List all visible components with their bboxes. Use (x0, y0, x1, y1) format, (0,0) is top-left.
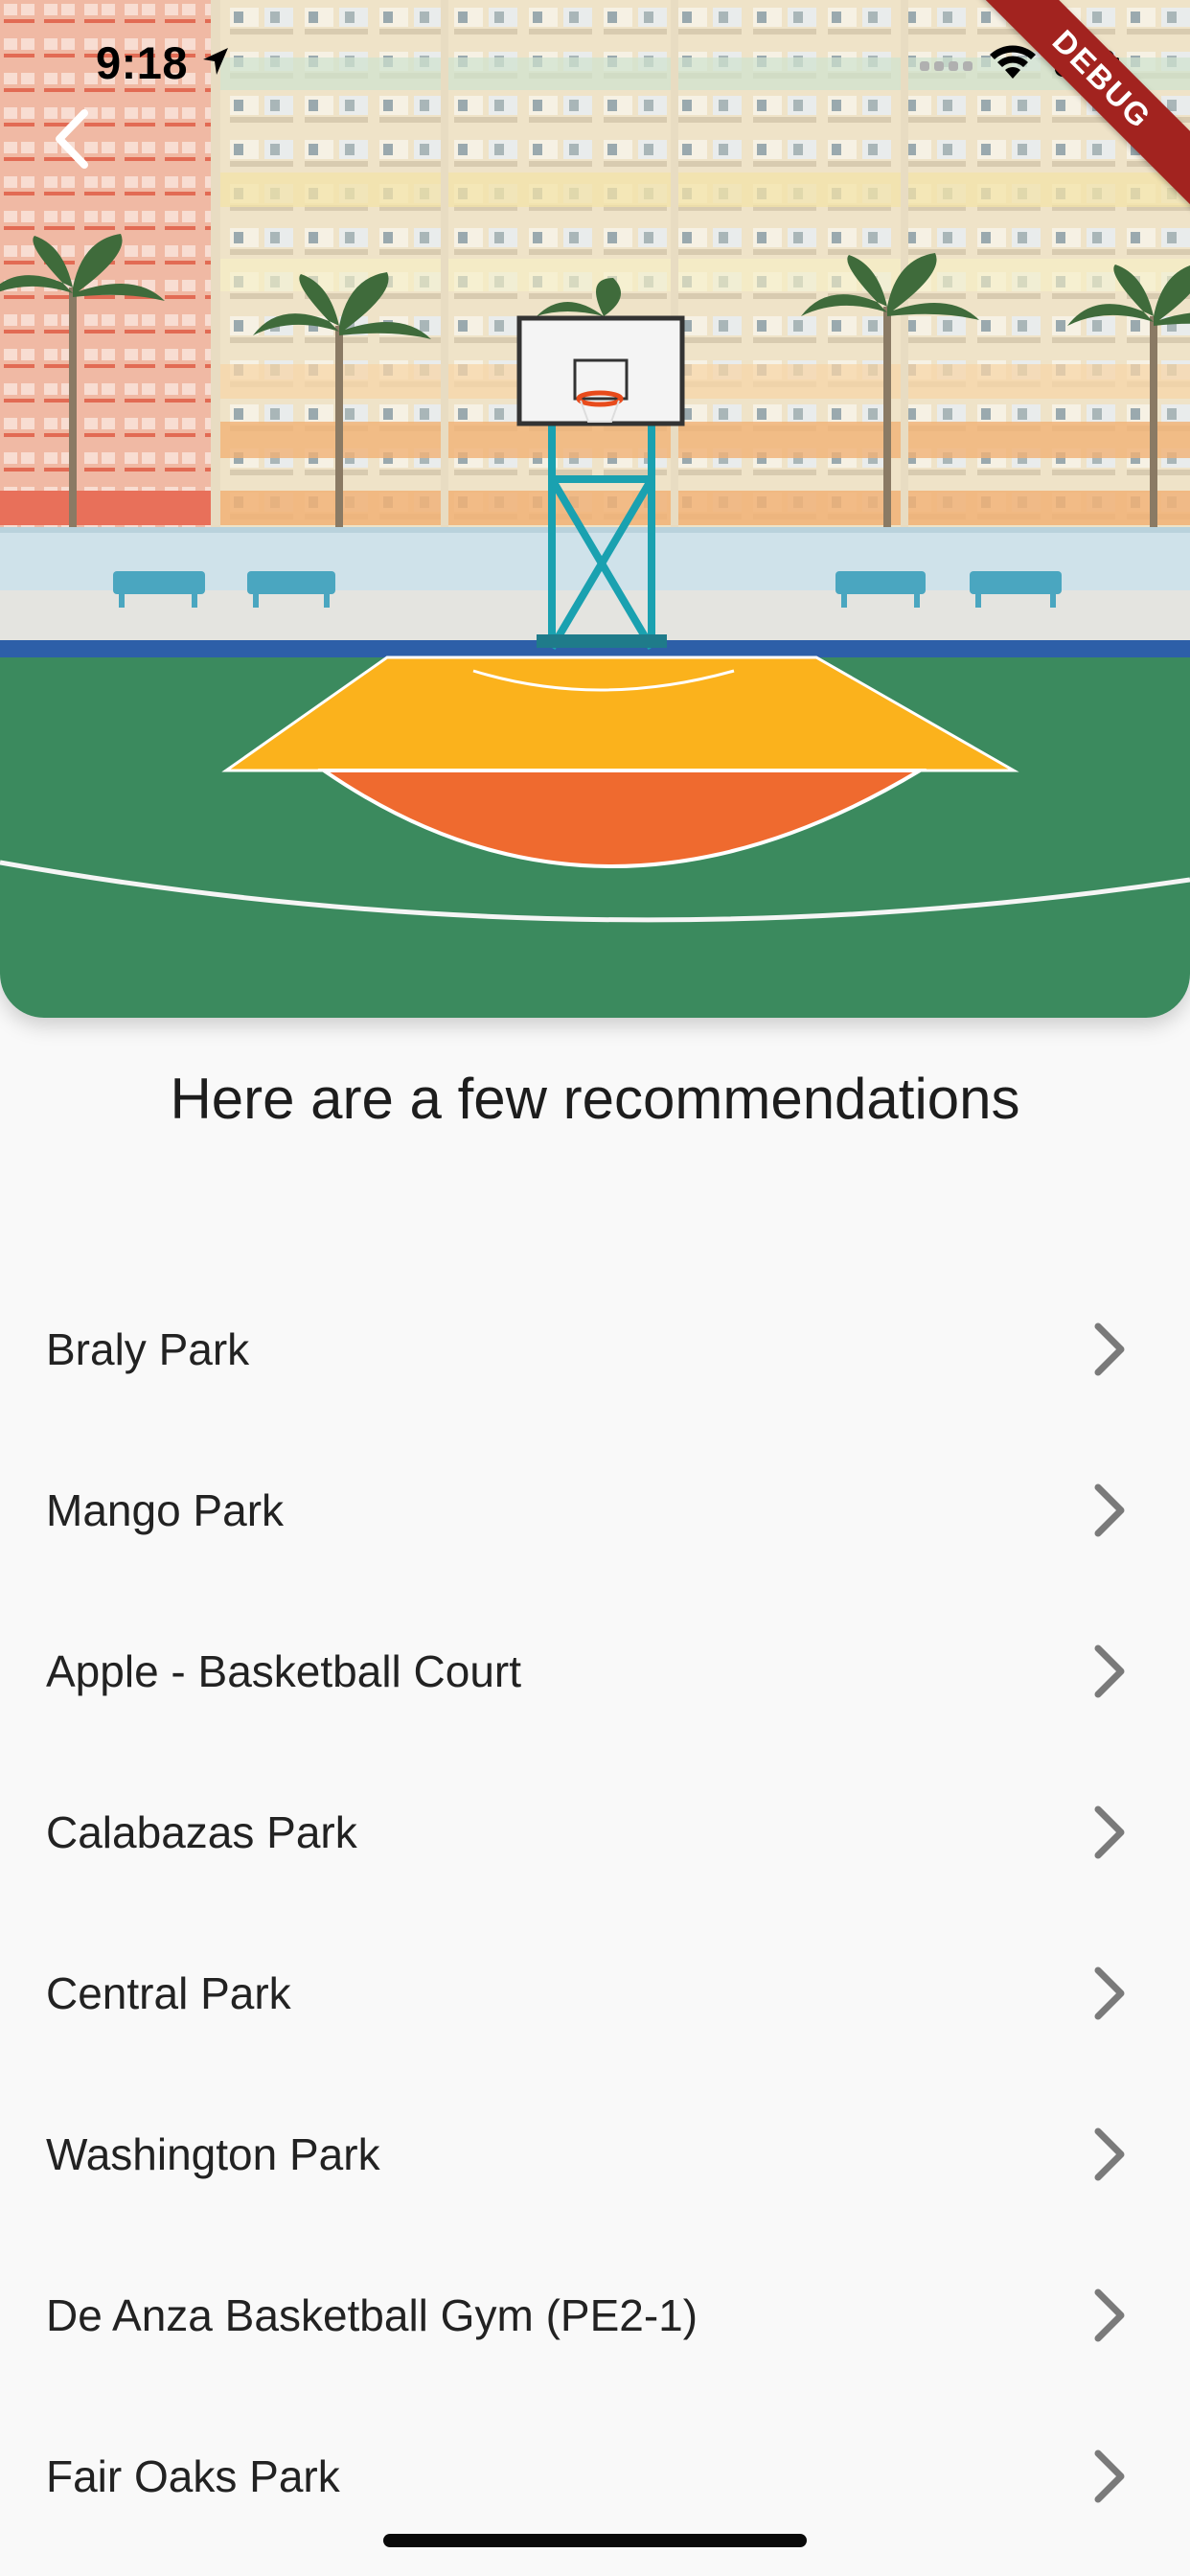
list-item-label: Apple - Basketball Court (46, 1646, 522, 1696)
list-item[interactable]: Calabazas Park (0, 1752, 1190, 1913)
chevron-right-icon (1094, 1322, 1125, 1376)
chevron-right-icon (1094, 1806, 1125, 1859)
chevron-right-icon (1094, 2288, 1125, 2342)
chevron-right-icon (1094, 1644, 1125, 1698)
back-button[interactable] (38, 96, 105, 182)
list-item-label: Fair Oaks Park (46, 2451, 340, 2501)
basketball-court-photo (0, 0, 1190, 1018)
list-item[interactable]: Central Park (0, 1913, 1190, 2074)
home-indicator[interactable] (383, 2534, 807, 2547)
page-title: Here are a few recommendations (170, 1067, 1020, 1131)
list-item[interactable]: Washington Park (0, 2074, 1190, 2235)
list-item-label: Calabazas Park (46, 1807, 357, 1857)
list-item[interactable]: Mango Park (0, 1430, 1190, 1591)
list-item-label: De Anza Basketball Gym (PE2-1) (46, 2290, 698, 2340)
chevron-right-icon (1094, 2128, 1125, 2181)
list-item-label: Braly Park (46, 1324, 250, 1374)
wifi-icon (990, 45, 1036, 79)
list-item-label: Central Park (46, 1968, 291, 2018)
location-arrow-icon (203, 48, 228, 75)
recommendations-list: Braly Park Mango Park Apple - Basketball… (0, 1269, 1190, 2557)
hero-image: 9:18 (0, 0, 1190, 1018)
status-time: 9:18 (96, 37, 189, 88)
signal-dots-icon (920, 61, 973, 71)
list-item[interactable]: De Anza Basketball Gym (PE2-1) (0, 2235, 1190, 2396)
list-item-label: Mango Park (46, 1485, 285, 1535)
chevron-right-icon (1094, 2450, 1125, 2503)
chevron-right-icon (1094, 1484, 1125, 1537)
list-item[interactable]: Apple - Basketball Court (0, 1591, 1190, 1752)
chevron-right-icon (1094, 1966, 1125, 2020)
list-item[interactable]: Fair Oaks Park (0, 2396, 1190, 2557)
list-item-label: Washington Park (46, 2129, 380, 2179)
list-item[interactable]: Braly Park (0, 1269, 1190, 1430)
chevron-left-icon (56, 109, 88, 169)
